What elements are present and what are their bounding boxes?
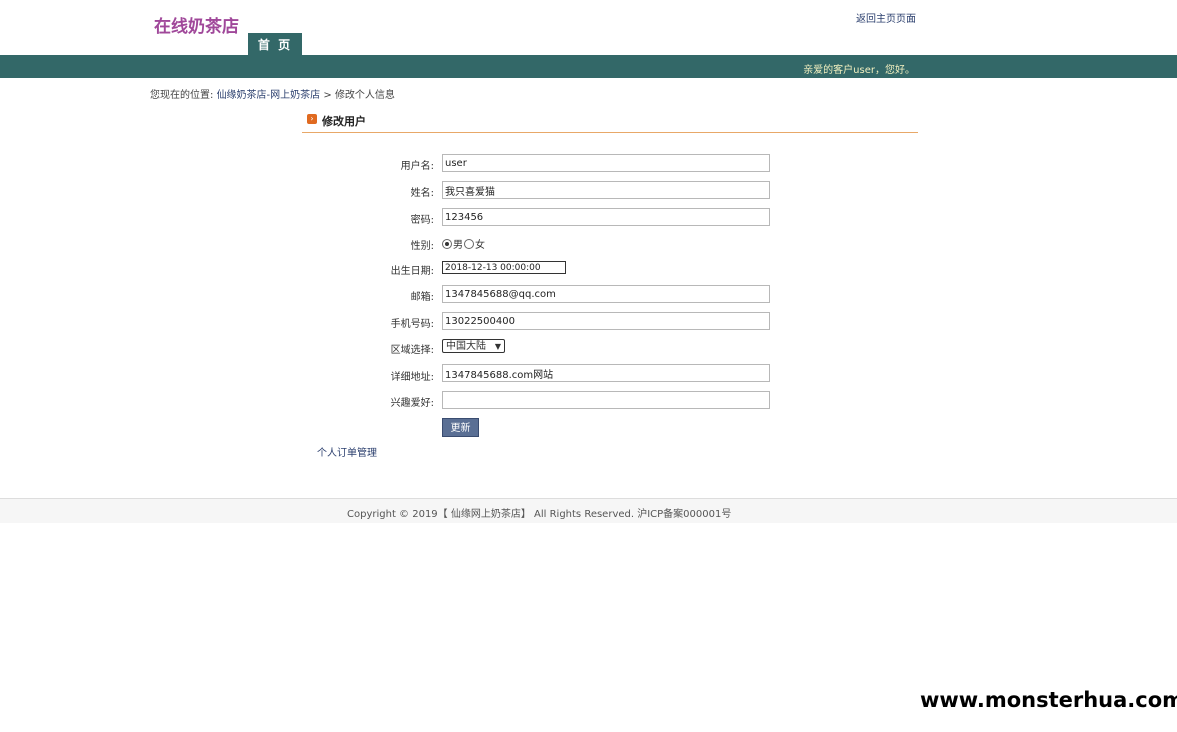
phone-input[interactable] [442, 312, 770, 330]
update-button[interactable]: 更新 [442, 418, 479, 437]
password-label: 密码: [410, 215, 434, 226]
arrow-icon: › [307, 114, 317, 124]
chevron-down-icon: ▼ [494, 342, 501, 351]
gender-male-radio[interactable] [442, 238, 452, 249]
hobby-label: 兴趣爱好: [390, 398, 434, 409]
email-label: 邮箱: [410, 292, 434, 303]
breadcrumb-separator: > [323, 90, 332, 101]
breadcrumb-site-link[interactable]: 仙缘奶茶店-网上奶茶店 [217, 90, 321, 101]
address-label: 详细地址: [390, 372, 434, 383]
breadcrumb: 您现在的位置: 仙缘奶茶店-网上奶茶店 > 修改个人信息 [150, 86, 395, 101]
phone-label: 手机号码: [390, 319, 434, 330]
watermark: www.monsterhua.com [918, 676, 1177, 732]
gender-label: 性别: [410, 241, 434, 252]
back-home-link[interactable]: 返回主页页面 [856, 10, 916, 25]
hobby-input[interactable] [442, 391, 770, 409]
region-label: 区域选择: [390, 345, 434, 356]
site-logo: 在线奶茶店 [154, 17, 239, 37]
section-title: 修改用户 [322, 115, 366, 128]
region-selected-value: 中国大陆 [446, 341, 486, 352]
greeting-text: 亲爱的客户user，您好。 [803, 65, 915, 76]
password-input[interactable] [442, 208, 770, 226]
name-label: 姓名: [410, 188, 434, 199]
navbar: 亲爱的客户user，您好。 [0, 55, 1177, 78]
breadcrumb-current: 修改个人信息 [334, 90, 395, 101]
footer: Copyright © 2019【 仙缘网上奶茶店】 All Rights Re… [0, 499, 1177, 523]
section-header: › 修改用户 [302, 111, 918, 133]
breadcrumb-prefix: 您现在的位置: [150, 90, 214, 101]
gender-female-radio[interactable] [464, 238, 474, 249]
address-input[interactable] [442, 364, 770, 382]
name-input[interactable] [442, 181, 770, 199]
username-label: 用户名: [400, 161, 434, 172]
nav-tab-home[interactable]: 首 页 [248, 33, 302, 55]
footer-copyright: Copyright © 2019【 仙缘网上奶茶店】 All Rights Re… [347, 509, 732, 520]
order-management-link[interactable]: 个人订单管理 [317, 444, 377, 459]
birthday-label: 出生日期: [390, 266, 434, 277]
gender-female-label: 女 [475, 240, 485, 251]
birthday-input[interactable] [442, 261, 566, 274]
region-select[interactable]: 中国大陆 ▼ [442, 339, 505, 353]
gender-radio-group: 男 女 [442, 236, 485, 251]
gender-male-label: 男 [453, 240, 463, 251]
username-input[interactable] [442, 154, 770, 172]
email-input[interactable] [442, 285, 770, 303]
watermark-text: www.monsterhua.com [920, 688, 1177, 712]
